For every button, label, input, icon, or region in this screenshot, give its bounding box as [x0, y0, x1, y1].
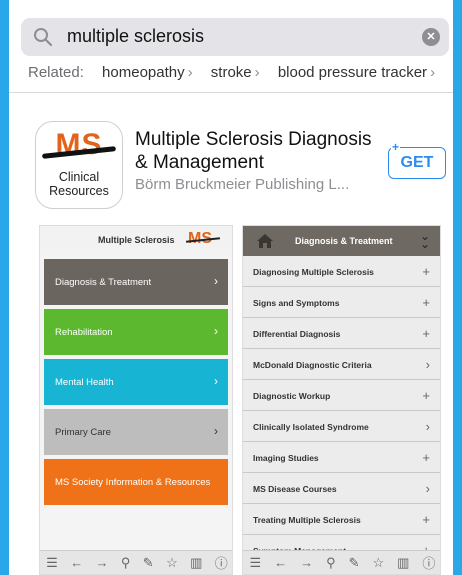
screenshot-menu-item: Diagnosis & Treatment › [44, 259, 228, 305]
plus-icon: + [422, 512, 430, 527]
screenshot-menu-item: Mental Health › [44, 359, 228, 405]
list-item: Diagnostic Workup + [243, 380, 440, 411]
list-item: Treating Multiple Sclerosis + [243, 504, 440, 535]
pencil-icon: ✎ [142, 554, 154, 570]
list-item: McDonald Diagnostic Criteria › [243, 349, 440, 380]
chevron-right-icon: › [214, 424, 218, 438]
plus-icon: + [422, 326, 430, 341]
list-icon: ☰ [249, 554, 262, 570]
screenshot-menu-item: Primary Care › [44, 409, 228, 455]
screenshot-header-title: Multiple Sclerosis [98, 235, 175, 245]
chevron-right-icon: › [214, 374, 218, 388]
list-item-label: Differential Diagnosis [253, 329, 341, 339]
search-bar[interactable]: multiple sclerosis ✕ [21, 18, 449, 56]
forward-arrow-icon: → [300, 555, 314, 570]
screenshot-header: Diagnosis & Treatment ⌄ ⌄ [243, 226, 440, 256]
app-developer[interactable]: Börm Bruckmeier Publishing L... [135, 176, 349, 193]
plus-icon: + [422, 295, 430, 310]
chevron-right-icon: › [214, 274, 218, 288]
plus-icon: + [422, 450, 430, 465]
screenshot-toolbar: ☰ ← → ⚲ ✎ ☆ ▥ ⓘ [40, 550, 232, 574]
list-item: MS Disease Courses › [243, 473, 440, 504]
plus-icon: + [422, 264, 430, 279]
list-item-label: Diagnosing Multiple Sclerosis [253, 267, 374, 277]
in-app-purchase-plus-icon: + [391, 140, 401, 154]
list-icon: ☰ [46, 554, 58, 570]
app-screenshot-1[interactable]: Multiple Sclerosis MS Diagnosis & Treatm… [39, 225, 233, 575]
list-item: Imaging Studies + [243, 442, 440, 473]
menu-item-label: Mental Health [55, 377, 114, 388]
chevron-right-icon: › [187, 64, 193, 81]
menu-item-label: Primary Care [55, 427, 111, 438]
related-item-homeopathy[interactable]: homeopathy › [102, 64, 193, 81]
double-chevron-down-icon: ⌄ ⌄ [419, 229, 430, 251]
list-item: Diagnosing Multiple Sclerosis + [243, 256, 440, 287]
related-item-stroke[interactable]: stroke › [211, 64, 260, 81]
plus-icon: + [422, 388, 430, 403]
screenshot-header: Multiple Sclerosis MS [40, 226, 232, 255]
list-item-label: Imaging Studies [253, 453, 319, 463]
related-label: Related: [28, 64, 84, 81]
clear-search-icon[interactable]: ✕ [422, 28, 440, 46]
star-icon: ☆ [372, 554, 385, 570]
app-store-screen: multiple sclerosis ✕ Related: homeopathy… [9, 0, 453, 575]
screenshot-list: Diagnosing Multiple Sclerosis + Signs and … [243, 256, 440, 566]
menu-item-label: MS Society Information & Resources [55, 477, 211, 488]
related-searches: Related: homeopathy › stroke › blood press… [28, 64, 435, 81]
list-item-label: Treating Multiple Sclerosis [253, 515, 361, 525]
list-item: Signs and Symptoms + [243, 287, 440, 318]
screenshot-menu: Diagnosis & Treatment › Rehabilitation › Men… [40, 255, 232, 513]
related-item-blood-pressure-tracker[interactable]: blood pressure tracker › [278, 64, 435, 81]
app-icon[interactable]: MS Clinical Resources [35, 121, 123, 209]
screenshot-menu-item: Rehabilitation › [44, 309, 228, 355]
forward-arrow-icon: → [95, 555, 109, 570]
list-item: Clinically Isolated Syndrome › [243, 411, 440, 442]
info-icon: ⓘ [422, 556, 436, 571]
icon-text-clinical: Clinical [58, 170, 100, 184]
back-arrow-icon: ← [70, 555, 84, 570]
search-icon: ⚲ [120, 554, 131, 570]
icon-text-resources: Resources [49, 184, 109, 198]
screenshot-toolbar: ☰ ← → ⚲ ✎ ☆ ▥ ⓘ [243, 550, 440, 574]
building-icon: ▥ [397, 554, 410, 570]
list-item-label: Diagnostic Workup [253, 391, 331, 401]
list-item: Differential Diagnosis + [243, 318, 440, 349]
pencil-icon: ✎ [348, 554, 360, 570]
search-icon: ⚲ [326, 554, 336, 570]
search-input[interactable]: multiple sclerosis [67, 26, 204, 47]
list-item-label: Clinically Isolated Syndrome [253, 422, 369, 432]
list-item-label: McDonald Diagnostic Criteria [253, 360, 372, 370]
back-arrow-icon: ← [274, 555, 288, 570]
home-icon [257, 234, 273, 248]
screenshot-header-title: Diagnosis & Treatment [295, 236, 393, 246]
chevron-right-icon: › [425, 419, 430, 434]
star-icon: ☆ [166, 554, 178, 570]
menu-item-label: Diagnosis & Treatment [55, 277, 152, 288]
app-title[interactable]: Multiple Sclerosis Diagnosis & Managemen… [135, 128, 385, 174]
chevron-right-icon: › [254, 64, 260, 81]
screenshot-menu-item: MS Society Information & Resources [44, 459, 228, 505]
chevron-right-icon: › [214, 324, 218, 338]
building-icon: ▥ [190, 554, 203, 570]
list-item-label: MS Disease Courses [253, 484, 337, 494]
chevron-right-icon: › [425, 357, 430, 372]
list-item-label: Signs and Symptoms [253, 298, 340, 308]
app-screenshot-2[interactable]: Diagnosis & Treatment ⌄ ⌄ Diagnosing Mult… [242, 225, 441, 575]
info-icon: ⓘ [214, 556, 228, 571]
chevron-right-icon: › [430, 64, 436, 81]
divider [9, 92, 453, 93]
search-icon [34, 28, 53, 47]
chevron-right-icon: › [425, 481, 430, 496]
menu-item-label: Rehabilitation [55, 327, 113, 338]
